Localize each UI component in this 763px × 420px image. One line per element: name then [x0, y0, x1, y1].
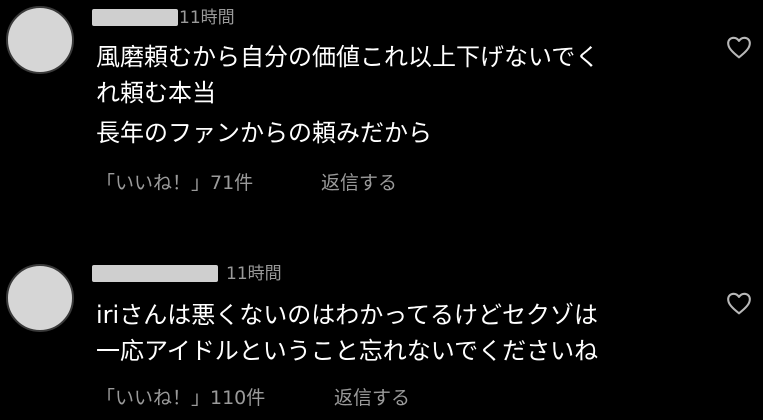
reply-button[interactable]: 返信する	[334, 386, 410, 410]
username-redacted[interactable]	[92, 9, 178, 26]
reply-button[interactable]: 返信する	[321, 171, 397, 195]
comment-timestamp: 11時間	[226, 264, 282, 284]
avatar[interactable]	[6, 6, 74, 74]
comment-2: 11時間 iriさんは悪くないのはわかってるけどセクゾは 一応アイドルということ…	[0, 210, 763, 420]
comment-text-line: 一応アイドルということ忘れないでくださいね	[96, 337, 599, 365]
comment-text-line: れ頼む本当	[96, 79, 216, 107]
comment-text-line: iriさんは悪くないのはわかってるけどセクゾは	[96, 301, 599, 329]
comment-1: 11時間 風磨頼むから自分の価値これ以上下げないでく れ頼む本当 長年のファンか…	[0, 0, 763, 210]
avatar[interactable]	[6, 264, 74, 332]
comment-text-line: 風磨頼むから自分の価値これ以上下げないでく	[96, 43, 600, 71]
like-count[interactable]: 「いいね！」110件	[96, 386, 265, 410]
like-count[interactable]: 「いいね！」71件	[96, 171, 253, 195]
heart-outline-icon[interactable]	[726, 35, 752, 59]
comment-timestamp: 11時間	[179, 8, 235, 28]
comment-text-line: 長年のファンからの頼みだから	[96, 119, 432, 147]
username-redacted[interactable]	[92, 265, 218, 282]
heart-outline-icon[interactable]	[726, 291, 752, 315]
